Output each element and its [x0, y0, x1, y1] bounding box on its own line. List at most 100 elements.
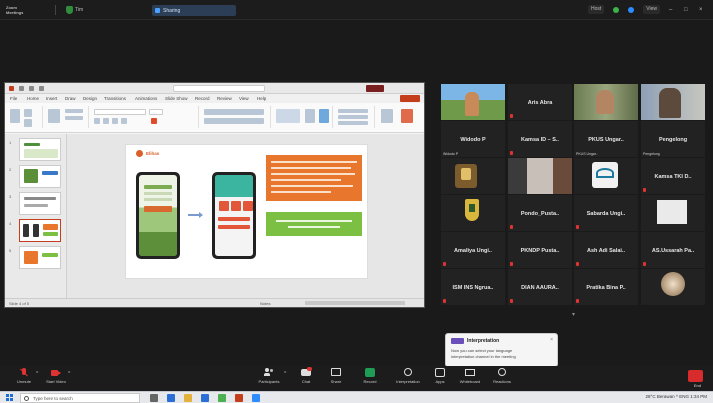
- participant-tile[interactable]: Sabarda Ungi..: [574, 195, 638, 231]
- interpretation-toast[interactable]: Interpretation × Now you can select your…: [445, 333, 558, 367]
- security-shield-icon[interactable]: [66, 6, 73, 14]
- cut-icon[interactable]: [24, 109, 32, 117]
- participant-tile[interactable]: Widodo P Widodo P: [441, 121, 505, 157]
- italic-icon[interactable]: [103, 118, 109, 124]
- tab-review[interactable]: Review: [217, 96, 232, 101]
- autosave-icon[interactable]: [9, 86, 14, 91]
- copy-icon[interactable]: [24, 119, 32, 127]
- sharing-indicator[interactable]: Sharing: [152, 5, 236, 16]
- font-size-dropdown[interactable]: [149, 109, 163, 115]
- participant-tile[interactable]: Kamsa ID – S..: [508, 121, 572, 157]
- share-screen-button[interactable]: Share: [324, 368, 348, 389]
- participant-tile[interactable]: PKNDP Pusta..: [508, 232, 572, 268]
- taskbar-search-box[interactable]: Type here to search: [20, 393, 140, 403]
- strikethrough-icon[interactable]: [121, 118, 127, 124]
- zoom-app-icon[interactable]: [252, 394, 260, 402]
- tab-home[interactable]: Home: [27, 96, 39, 101]
- end-meeting-button[interactable]: [688, 370, 703, 382]
- undo-icon[interactable]: [29, 86, 34, 91]
- start-video-button[interactable]: Start Video: [44, 368, 68, 389]
- font-color-icon[interactable]: [151, 118, 157, 124]
- arrange-icon[interactable]: [305, 109, 315, 123]
- new-slide-icon[interactable]: [48, 109, 60, 123]
- audio-options-chevron-icon[interactable]: ^: [36, 371, 38, 377]
- share-button[interactable]: [400, 95, 420, 102]
- video-options-chevron-icon[interactable]: ^: [68, 371, 70, 377]
- font-family-dropdown[interactable]: [94, 109, 146, 115]
- participant-tile[interactable]: ISM INS Ngrua..: [441, 269, 505, 305]
- tab-record[interactable]: Record: [195, 96, 210, 101]
- participant-tile[interactable]: Ash Adi Salai..: [574, 232, 638, 268]
- participant-tile[interactable]: [641, 84, 705, 120]
- find-icon[interactable]: [338, 109, 368, 113]
- participants-button[interactable]: Participants: [254, 368, 284, 389]
- file-explorer-icon[interactable]: [184, 394, 192, 402]
- tab-view[interactable]: View: [239, 96, 249, 101]
- notes-button[interactable]: Notes: [260, 301, 270, 306]
- participant-tile[interactable]: Aris Abra: [508, 84, 572, 120]
- redo-icon[interactable]: [39, 86, 44, 91]
- apps-button[interactable]: Apps: [428, 368, 452, 389]
- close-icon[interactable]: ×: [699, 7, 705, 13]
- replace-icon[interactable]: [338, 115, 368, 119]
- shapes-gallery[interactable]: [276, 109, 300, 123]
- tab-slide-show[interactable]: Slide Show: [165, 96, 188, 101]
- participant-tile[interactable]: [641, 269, 705, 305]
- current-slide[interactable]: Elihas: [125, 144, 368, 279]
- chat-button[interactable]: Chat: [294, 367, 318, 389]
- ribbon-search-box[interactable]: [173, 85, 265, 92]
- participant-tile[interactable]: [574, 84, 638, 120]
- list-controls[interactable]: [204, 109, 264, 115]
- participant-tile[interactable]: Pondo_Pusta..: [508, 195, 572, 231]
- tab-insert[interactable]: Insert: [46, 96, 57, 101]
- powerpoint-icon[interactable]: [235, 394, 243, 402]
- paste-icon[interactable]: [10, 109, 20, 123]
- bold-icon[interactable]: [94, 118, 100, 124]
- participant-tile[interactable]: Pengelong Pengelong: [641, 121, 705, 157]
- participant-tile[interactable]: AS.Ussarah Pa..: [641, 232, 705, 268]
- participant-tile[interactable]: PKUS Ungar.. PKUS Ungar..: [574, 121, 638, 157]
- maximize-icon[interactable]: □: [684, 7, 690, 13]
- windows-start-icon[interactable]: [6, 394, 14, 402]
- chrome-icon[interactable]: [218, 394, 226, 402]
- participant-tile[interactable]: [441, 195, 505, 231]
- participant-tile[interactable]: Pratika Bina P..: [574, 269, 638, 305]
- participants-chevron-icon[interactable]: ^: [284, 371, 286, 377]
- underline-icon[interactable]: [112, 118, 118, 124]
- select-icon[interactable]: [338, 121, 368, 125]
- unmute-button[interactable]: Unmute: [12, 368, 36, 389]
- mail-icon[interactable]: [201, 394, 209, 402]
- edge-icon[interactable]: [167, 394, 175, 402]
- slide-thumbnail-3[interactable]: [19, 192, 61, 215]
- interpretation-button[interactable]: Interpretation: [392, 368, 424, 389]
- participant-tile[interactable]: Kamsa TKI D..: [641, 158, 705, 194]
- slide-thumbnail-4[interactable]: [19, 219, 61, 242]
- slide-thumbnail-5[interactable]: [19, 246, 61, 269]
- whiteboard-button[interactable]: Whiteboard: [456, 368, 484, 389]
- participant-tile[interactable]: [441, 84, 505, 120]
- record-control-button[interactable]: Record: [358, 368, 382, 389]
- task-view-icon[interactable]: [150, 394, 158, 402]
- alignment-controls[interactable]: [204, 118, 264, 124]
- gallery-next-page-icon[interactable]: ▾: [572, 311, 575, 318]
- reset-icon[interactable]: [65, 116, 83, 120]
- designer-icon[interactable]: [401, 109, 413, 123]
- participant-tile[interactable]: [508, 158, 572, 194]
- tab-design[interactable]: Design: [83, 96, 97, 101]
- participant-tile[interactable]: Amaliya Ungi..: [441, 232, 505, 268]
- participant-tile[interactable]: [641, 195, 705, 231]
- layout-icon[interactable]: [65, 109, 83, 113]
- participant-tile[interactable]: DIAN AAURA..: [508, 269, 572, 305]
- window-controls[interactable]: [390, 85, 420, 92]
- participant-tile[interactable]: [574, 158, 638, 194]
- record-button[interactable]: [366, 85, 384, 92]
- minimize-icon[interactable]: –: [669, 7, 675, 13]
- tab-file[interactable]: File: [10, 96, 17, 101]
- tab-animations[interactable]: Animations: [135, 96, 157, 101]
- reactions-button[interactable]: Reactions: [488, 368, 516, 389]
- view-button[interactable]: View: [643, 5, 660, 14]
- zoom-slider[interactable]: [305, 301, 405, 305]
- dictate-icon[interactable]: [381, 109, 393, 123]
- slide-thumbnail-2[interactable]: [19, 165, 61, 188]
- quick-styles-icon[interactable]: [319, 109, 329, 123]
